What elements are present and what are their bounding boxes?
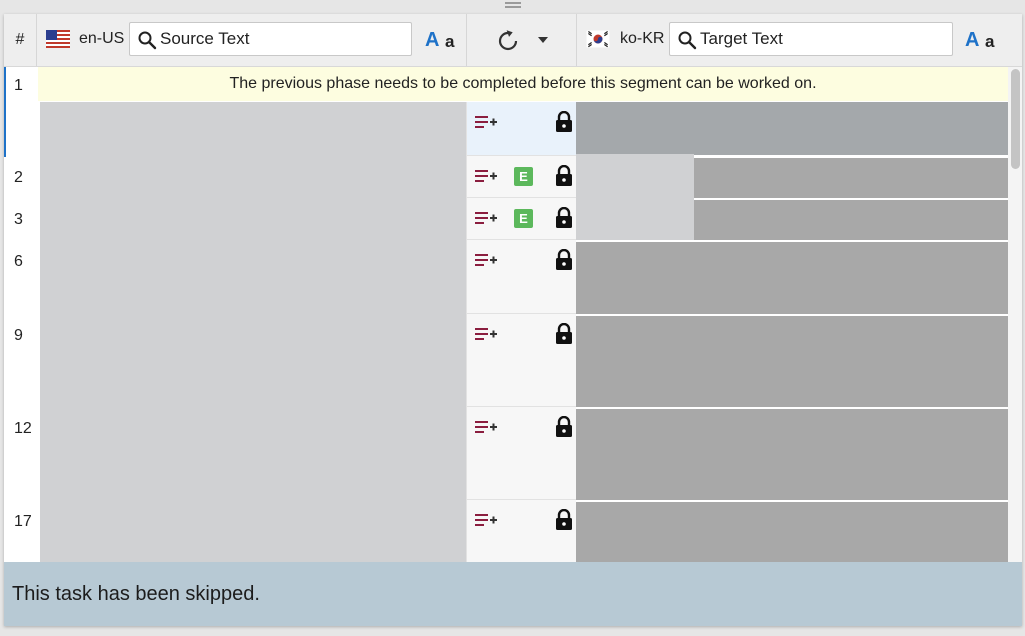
target-case-lower-button[interactable]: a <box>985 32 994 52</box>
lock-icon <box>556 509 572 530</box>
source-segments-column <box>40 102 466 562</box>
target-segment-cell[interactable] <box>576 102 1008 155</box>
segment-actions-row <box>467 102 577 156</box>
add-comment-icon[interactable] <box>475 169 497 185</box>
row-number[interactable]: 1 <box>4 77 36 95</box>
row-number[interactable]: 12 <box>4 420 36 438</box>
target-segment-cell[interactable] <box>576 242 1008 314</box>
source-search-box[interactable] <box>129 22 412 56</box>
lock-icon <box>556 416 572 437</box>
target-search-input[interactable] <box>700 23 946 55</box>
row-number[interactable]: 2 <box>4 169 36 187</box>
target-segment-cell[interactable] <box>576 316 1008 407</box>
edited-badge: E <box>514 209 533 228</box>
add-comment-icon[interactable] <box>475 253 497 269</box>
row-number-column <box>4 67 36 562</box>
add-comment-icon[interactable] <box>475 211 497 227</box>
add-comment-icon[interactable] <box>475 513 497 529</box>
segment-actions-row <box>467 314 577 407</box>
segment-actions-row <box>467 240 577 314</box>
scrollbar-thumb[interactable] <box>1011 69 1020 169</box>
row-number[interactable]: 3 <box>4 211 36 229</box>
kr-flag-icon <box>586 30 610 48</box>
column-divider <box>36 14 37 66</box>
editor-header: # en-US A a <box>4 14 1022 67</box>
target-language-label: ko-KR <box>620 30 665 47</box>
drag-handle[interactable] <box>505 2 521 8</box>
add-comment-icon[interactable] <box>475 115 497 131</box>
target-case-upper-button[interactable]: A <box>965 29 979 52</box>
lock-icon <box>556 111 572 132</box>
lock-icon <box>556 165 572 186</box>
target-segment-highlight <box>576 154 694 240</box>
edited-badge: E <box>514 167 533 186</box>
source-search-input[interactable] <box>160 23 405 55</box>
editor-panel: # en-US A a <box>4 14 1022 626</box>
row-number[interactable]: 17 <box>4 513 36 531</box>
segment-actions-row: E <box>467 198 577 240</box>
target-segment-cell[interactable] <box>576 409 1008 500</box>
phase-locked-notice: The previous phase needs to be completed… <box>38 67 1008 101</box>
target-segment-cell[interactable] <box>576 502 1008 562</box>
segment-actions-row <box>467 500 577 562</box>
source-case-lower-button[interactable]: a <box>445 32 454 52</box>
target-search-box[interactable] <box>669 22 953 56</box>
lock-icon <box>556 249 572 270</box>
refresh-icon[interactable] <box>497 30 519 52</box>
segment-actions-row: E <box>467 156 577 198</box>
add-comment-icon[interactable] <box>475 327 497 343</box>
row-number[interactable]: 9 <box>4 327 36 345</box>
column-divider <box>466 14 467 66</box>
column-divider <box>576 14 577 66</box>
segment-actions-row <box>467 407 577 500</box>
row-number-header: # <box>15 31 25 48</box>
target-segments-column <box>576 102 1008 562</box>
chevron-down-icon[interactable] <box>537 36 549 44</box>
search-icon <box>138 31 157 50</box>
add-comment-icon[interactable] <box>475 420 497 436</box>
us-flag-icon <box>46 30 70 48</box>
segment-actions-column: E E <box>466 102 577 562</box>
task-status-bar: This task has been skipped. <box>4 562 1022 626</box>
lock-icon <box>556 323 572 344</box>
lock-icon <box>556 207 572 228</box>
vertical-scrollbar[interactable] <box>1008 67 1022 562</box>
row-number[interactable]: 6 <box>4 253 36 271</box>
source-case-upper-button[interactable]: A <box>425 29 439 52</box>
search-icon <box>678 31 697 50</box>
source-language-label: en-US <box>79 30 125 47</box>
